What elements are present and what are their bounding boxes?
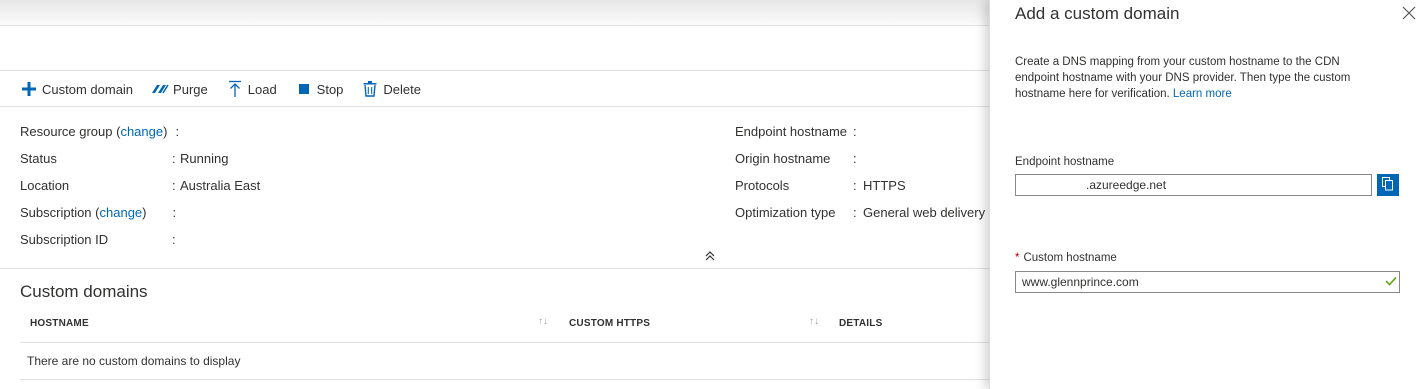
section-title: Custom domains — [20, 282, 148, 301]
column-header-custom-https[interactable]: CUSTOM HTTPS — [569, 318, 650, 329]
stop-button[interactable]: Stop — [295, 80, 344, 98]
essentials-left: Resource group (change) : Status : Runni… — [20, 118, 260, 253]
copy-button[interactable] — [1377, 174, 1399, 196]
divider — [0, 70, 989, 71]
separator: : — [853, 124, 857, 139]
essentials-row-endpoint-hostname: Endpoint hostname : — [735, 118, 985, 145]
command-bar: Custom domain Purge Load Stop Delete — [20, 78, 439, 100]
essentials-key: Subscription ID — [20, 232, 109, 247]
stop-label: Stop — [316, 81, 344, 97]
divider — [20, 379, 989, 380]
essentials-row-optimization-type: Optimization type : General web delivery — [735, 199, 985, 226]
essentials-row-subscription: Subscription (change) : — [20, 199, 260, 226]
custom-domain-button[interactable]: Custom domain — [20, 80, 133, 98]
essentials-key: Subscription (change) — [20, 205, 147, 220]
separator: : — [172, 205, 177, 220]
essentials-row-origin-hostname: Origin hostname : — [735, 145, 985, 172]
essentials-value: Running — [180, 151, 229, 166]
essentials-row-protocols: Protocols : HTTPS — [735, 172, 985, 199]
table-header-divider — [20, 342, 989, 343]
endpoint-hostname-label: Endpoint hostname — [1015, 156, 1115, 168]
separator: : — [853, 151, 857, 166]
essentials-row-status: Status : Running — [20, 145, 260, 172]
delete-icon — [361, 80, 379, 98]
essentials-value: General web delivery — [863, 205, 986, 220]
change-link[interactable]: change — [100, 205, 143, 220]
add-custom-domain-panel: Add a custom domain Create a DNS mapping… — [989, 0, 1424, 389]
separator: : — [853, 178, 857, 193]
essentials-key: Origin hostname — [735, 151, 831, 166]
separator: : — [172, 178, 176, 193]
purge-icon — [151, 80, 169, 98]
essentials-value: HTTPS — [863, 178, 906, 193]
load-icon — [226, 80, 244, 98]
custom-domain-label: Custom domain — [42, 81, 134, 97]
check-icon — [1385, 275, 1397, 287]
learn-more-link[interactable]: Learn more — [1173, 88, 1232, 100]
close-icon[interactable] — [1402, 6, 1416, 20]
separator: : — [853, 205, 857, 220]
column-header-details[interactable]: DETAILS — [839, 318, 882, 329]
essentials-value: Australia East — [180, 178, 261, 193]
copy-icon — [1382, 176, 1394, 194]
separator: : — [172, 151, 176, 166]
essentials-key: Location — [20, 178, 70, 193]
plus-icon — [20, 80, 38, 98]
custom-hostname-label: * Custom hostname — [1015, 252, 1117, 264]
panel-description: Create a DNS mapping from your custom ho… — [1015, 56, 1351, 100]
purge-label: Purge — [173, 81, 208, 97]
column-header-hostname[interactable]: HOSTNAME — [30, 318, 89, 329]
essentials-row-resource-group: Resource group (change) : — [20, 118, 260, 145]
stop-icon — [295, 80, 313, 98]
delete-button[interactable]: Delete — [361, 80, 421, 98]
change-link[interactable]: change — [120, 124, 163, 139]
delete-label: Delete — [383, 81, 421, 97]
essentials-row-location: Location : Australia East — [20, 172, 260, 199]
essentials-key: Endpoint hostname — [735, 124, 848, 139]
purge-button[interactable]: Purge — [151, 80, 208, 98]
load-button[interactable]: Load — [226, 80, 277, 98]
essentials-row-subscription-id: Subscription ID : — [20, 226, 260, 253]
required-marker: * — [1015, 252, 1020, 264]
top-bar — [0, 0, 989, 26]
divider — [0, 268, 989, 269]
essentials-key: Status — [20, 151, 57, 166]
separator: : — [175, 124, 180, 139]
load-label: Load — [247, 81, 277, 97]
sort-icon[interactable]: ↑↓ — [809, 316, 819, 327]
collapse-icon[interactable] — [703, 249, 717, 263]
essentials-key: Optimization type — [735, 205, 836, 220]
essentials-key: Protocols — [735, 178, 790, 193]
endpoint-hostname-field[interactable]: .azureedge.net — [1015, 174, 1372, 196]
custom-hostname-input[interactable]: www.glennprince.com — [1015, 271, 1400, 293]
essentials-key: Resource group (change) — [20, 124, 168, 139]
empty-message: There are no custom domains to display — [27, 354, 241, 368]
essentials-right: Endpoint hostname : Origin hostname : Pr… — [735, 118, 985, 226]
separator: : — [172, 232, 176, 247]
divider — [0, 106, 989, 107]
sort-icon[interactable]: ↑↓ — [538, 316, 548, 327]
panel-title: Add a custom domain — [1015, 4, 1180, 23]
